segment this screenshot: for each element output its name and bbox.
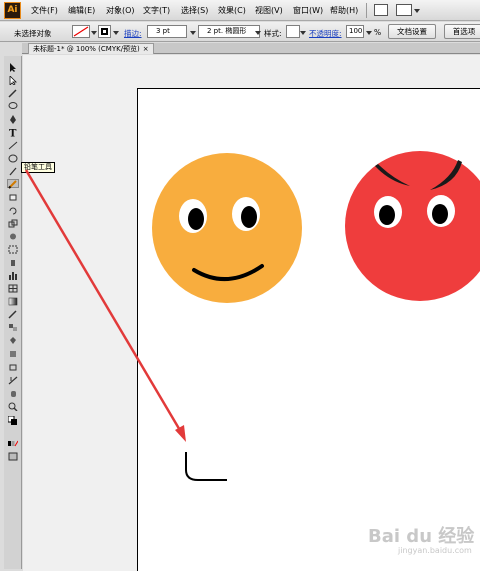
menu-select[interactable]: 选择(S) bbox=[181, 5, 208, 16]
menu-effect[interactable]: 效果(C) bbox=[218, 5, 246, 16]
menu-window[interactable]: 窗口(W) bbox=[293, 5, 323, 16]
stroke-square-icon bbox=[101, 28, 108, 35]
fill-dropdown-icon[interactable] bbox=[91, 31, 97, 35]
document-tab-title: 未标题-1* @ 100% (CMYK/预览) bbox=[33, 45, 140, 53]
menu-edit[interactable]: 编辑(E) bbox=[68, 5, 95, 16]
stroke-dropdown-icon[interactable] bbox=[113, 31, 119, 35]
bridge-icon[interactable] bbox=[374, 4, 388, 16]
crop-area-tool-icon[interactable] bbox=[8, 363, 18, 372]
menu-file[interactable]: 文件(F) bbox=[31, 5, 58, 16]
menu-separator bbox=[366, 3, 367, 18]
symbol-sprayer-tool-icon[interactable] bbox=[8, 258, 18, 267]
fill-stroke-swap-icon[interactable] bbox=[7, 415, 18, 425]
canvas-area[interactable] bbox=[23, 55, 480, 571]
type-tool-icon[interactable]: T bbox=[8, 128, 18, 140]
opacity-label[interactable]: 不透明度: bbox=[309, 28, 342, 39]
menu-bar: Ai 文件(F) 编辑(E) 对象(O) 文字(T) 选择(S) 效果(C) 视… bbox=[0, 0, 480, 21]
brush-value: 2 pt. 椭圆形 bbox=[207, 27, 247, 35]
slice-tool-icon[interactable] bbox=[8, 376, 18, 385]
live-paint-bucket-tool-icon[interactable] bbox=[8, 336, 18, 345]
opacity-input[interactable]: 100 bbox=[346, 25, 364, 38]
lasso-tool-icon[interactable] bbox=[8, 102, 18, 111]
scale-tool-icon[interactable] bbox=[8, 219, 18, 228]
stroke-label[interactable]: 描边: bbox=[124, 28, 142, 39]
arrange-documents-icon[interactable] bbox=[396, 4, 412, 16]
baidu-watermark-url: jingyan.baidu.com bbox=[398, 546, 472, 555]
line-tool-icon[interactable] bbox=[8, 141, 18, 150]
screen-mode-icon[interactable] bbox=[8, 452, 18, 461]
eyedropper-tool-icon[interactable] bbox=[8, 310, 18, 319]
document-setup-button[interactable]: 文档设置 bbox=[388, 24, 436, 39]
menu-view[interactable]: 视图(V) bbox=[255, 5, 283, 16]
free-transform-tool-icon[interactable] bbox=[8, 245, 18, 254]
color-mode-icon[interactable] bbox=[8, 439, 19, 448]
gradient-tool-icon[interactable] bbox=[8, 297, 18, 306]
magic-wand-tool-icon[interactable] bbox=[8, 89, 18, 98]
mesh-tool-icon[interactable] bbox=[8, 284, 18, 293]
pen-tool-icon[interactable] bbox=[8, 115, 18, 124]
illustrator-window: Ai 文件(F) 编辑(E) 对象(O) 文字(T) 选择(S) 效果(C) 视… bbox=[0, 0, 480, 571]
stroke-weight-dropdown-icon[interactable] bbox=[190, 31, 196, 35]
live-paint-selection-tool-icon[interactable] bbox=[8, 349, 18, 358]
ellipse-tool-icon[interactable] bbox=[8, 154, 18, 163]
document-tab[interactable]: 未标题-1* @ 100% (CMYK/预览) × bbox=[28, 43, 154, 54]
stroke-swatch[interactable] bbox=[98, 25, 111, 38]
opacity-unit: % bbox=[374, 28, 382, 37]
column-graph-tool-icon[interactable] bbox=[8, 271, 18, 280]
artboard[interactable] bbox=[137, 88, 480, 571]
tool-tooltip: 铅笔工具 bbox=[21, 162, 55, 173]
warp-tool-icon[interactable] bbox=[8, 232, 18, 241]
eraser-tool-icon[interactable] bbox=[8, 193, 18, 202]
style-label: 样式: bbox=[264, 29, 282, 38]
paintbrush-tool-icon[interactable] bbox=[8, 167, 18, 176]
baidu-watermark: Bai du 经验 bbox=[368, 526, 475, 547]
style-dropdown-icon[interactable] bbox=[300, 31, 306, 35]
control-bar: 未选择对象 描边: 3 pt 2 pt. 椭圆形 样式: 不透明度: 100 %… bbox=[0, 22, 480, 42]
graphic-style-swatch[interactable] bbox=[286, 25, 300, 38]
hand-tool-icon[interactable] bbox=[8, 389, 18, 398]
selection-tool-icon[interactable] bbox=[8, 63, 18, 72]
svg-text:T: T bbox=[9, 129, 17, 138]
app-logo: Ai bbox=[4, 2, 21, 19]
chevron-down-icon[interactable] bbox=[414, 9, 420, 13]
rotate-tool-icon[interactable] bbox=[8, 206, 18, 215]
preferences-button[interactable]: 首选项 bbox=[444, 24, 480, 39]
blend-tool-icon[interactable] bbox=[8, 323, 18, 332]
document-tab-bar: 未标题-1* @ 100% (CMYK/预览) × bbox=[22, 43, 480, 54]
pencil-tool-icon[interactable] bbox=[7, 179, 19, 189]
fill-swatch[interactable] bbox=[72, 25, 90, 38]
brush-dropdown-icon[interactable] bbox=[255, 31, 261, 35]
stroke-weight-value: 3 pt bbox=[156, 27, 170, 35]
opacity-dropdown-icon[interactable] bbox=[366, 31, 372, 35]
menu-object[interactable]: 对象(O) bbox=[106, 5, 135, 16]
selection-status: 未选择对象 bbox=[14, 29, 52, 38]
opacity-value: 100 bbox=[349, 27, 363, 35]
no-fill-icon bbox=[73, 26, 89, 37]
stroke-weight-field[interactable]: 3 pt bbox=[147, 25, 187, 38]
menu-type[interactable]: 文字(T) bbox=[143, 5, 170, 16]
direct-selection-tool-icon[interactable] bbox=[8, 75, 18, 86]
tools-panel: T bbox=[4, 56, 22, 569]
close-tab-icon[interactable]: × bbox=[143, 45, 149, 53]
menu-help[interactable]: 帮助(H) bbox=[330, 5, 358, 16]
zoom-tool-icon[interactable] bbox=[8, 402, 18, 412]
brush-definition[interactable]: 2 pt. 椭圆形 bbox=[198, 25, 260, 38]
